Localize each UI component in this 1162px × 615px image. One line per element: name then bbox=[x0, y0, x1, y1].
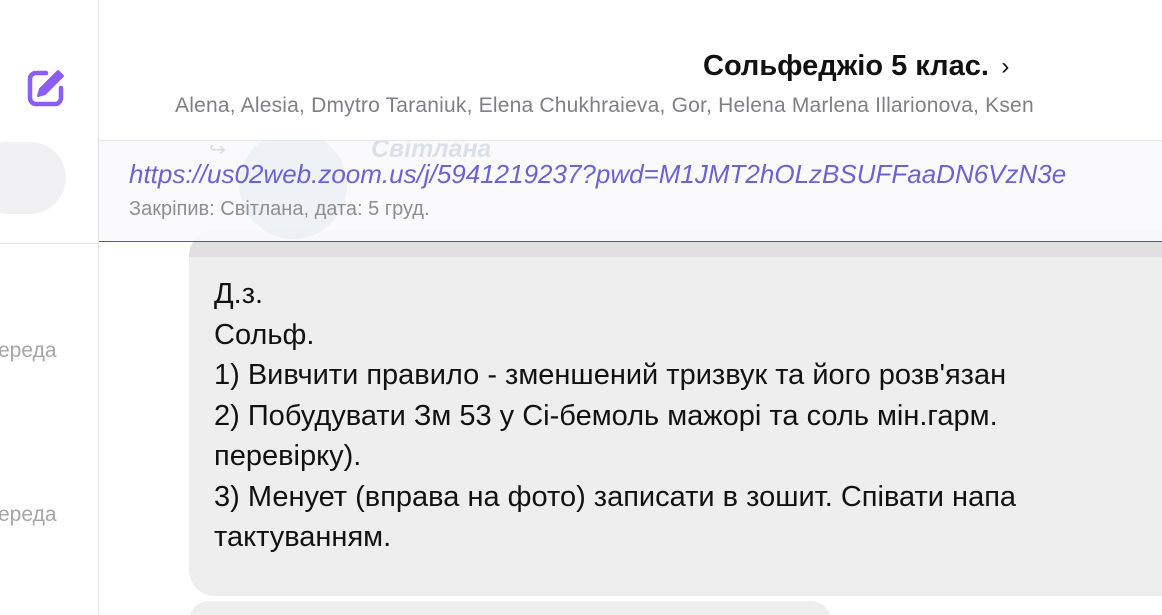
chat-title-button[interactable]: Сольфеджіо 5 клас. › bbox=[703, 50, 1009, 83]
chat-members: Alena, Alesia, Dmytro Taraniuk, Elena Ch… bbox=[175, 94, 1034, 117]
chat-preview-text[interactable]: ереда bbox=[0, 339, 57, 363]
search-field[interactable] bbox=[0, 142, 66, 214]
pinned-link[interactable]: https://us02web.zoom.us/j/5941219237?pwd… bbox=[129, 159, 1066, 190]
sidebar-divider bbox=[0, 243, 98, 244]
next-message-bubble[interactable] bbox=[189, 601, 831, 615]
app-window: ереда ереда Д.з. Сольф. 1) Вивчити прави… bbox=[0, 0, 1162, 615]
pinned-meta: Закріпив: Світлана, дата: 5 груд. bbox=[129, 198, 430, 220]
message-line: Сольф. bbox=[214, 318, 315, 351]
sender-avatar bbox=[239, 141, 347, 239]
chat-preview-text[interactable]: ереда bbox=[0, 503, 57, 527]
message-bubble[interactable]: Д.з. Сольф. 1) Вивчити правило - зменшен… bbox=[189, 230, 1162, 596]
chat-title: Сольфеджіо 5 клас. bbox=[703, 50, 989, 82]
compose-button[interactable] bbox=[24, 66, 68, 110]
message-line: 1) Вивчити правило - зменшений тризвук т… bbox=[214, 359, 1007, 391]
message-line: перевірку). bbox=[214, 440, 362, 472]
message-line: 2) Побудувати Зм 53 у Сі-бемоль мажорі т… bbox=[214, 399, 998, 432]
message-line: 3) Менует (вправа на фото) записати в зо… bbox=[214, 480, 1017, 513]
chevron-right-icon: › bbox=[1001, 53, 1010, 80]
chat-list-sidebar: ереда ереда bbox=[0, 0, 99, 615]
message-line: тактуванням. bbox=[214, 521, 392, 553]
message-line: Д.з. bbox=[214, 278, 264, 310]
message-text: Д.з. Сольф. 1) Вивчити правило - зменшен… bbox=[214, 274, 1162, 558]
conversation-pane: Д.з. Сольф. 1) Вивчити правило - зменшен… bbox=[99, 0, 1162, 615]
chat-header: Сольфеджіо 5 клас. › Alena, Alesia, Dmyt… bbox=[99, 0, 1162, 141]
compose-icon bbox=[27, 70, 64, 107]
pinned-message-banner[interactable]: ↪ Світлана https://us02web.zoom.us/j/594… bbox=[99, 141, 1162, 242]
